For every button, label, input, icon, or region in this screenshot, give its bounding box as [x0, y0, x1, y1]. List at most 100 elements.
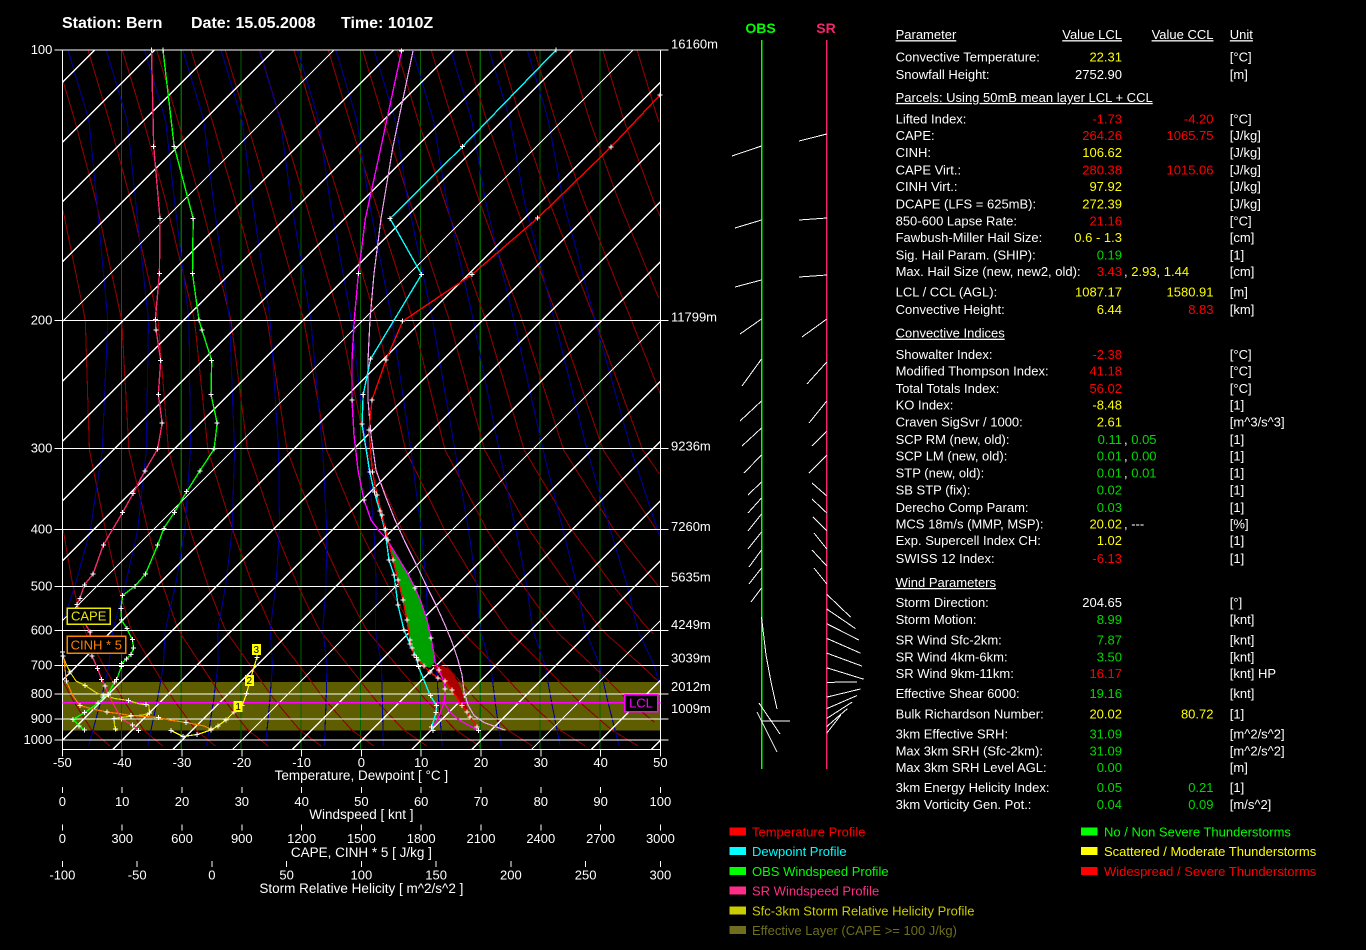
svg-text:Craven SigSvr / 1000:: Craven SigSvr / 1000:	[896, 415, 1023, 430]
svg-text:0.03: 0.03	[1097, 500, 1122, 515]
svg-text:20: 20	[474, 755, 488, 770]
svg-text:[°C]: [°C]	[1230, 214, 1252, 229]
svg-text:0.21: 0.21	[1188, 780, 1213, 795]
svg-text:Effective Layer (CAPE >= 100 J: Effective Layer (CAPE >= 100 J/kg)	[752, 923, 957, 938]
svg-text:LCL / CCL (AGL):: LCL / CCL (AGL):	[896, 285, 998, 300]
svg-text:Sig. Hail Param. (SHIP):: Sig. Hail Param. (SHIP):	[896, 247, 1036, 262]
svg-text:5635m: 5635m	[671, 570, 711, 585]
svg-text:CAPE: CAPE	[71, 609, 107, 624]
svg-text:97.92: 97.92	[1089, 179, 1122, 194]
svg-text:Parcels: Using 50mB mean layer: Parcels: Using 50mB mean layer LCL + CCL	[896, 90, 1153, 105]
svg-text:Windspeed [ knt ]: Windspeed [ knt ]	[309, 807, 413, 822]
svg-text:MCS 18m/s (MMP, MSP):: MCS 18m/s (MMP, MSP):	[896, 517, 1044, 532]
svg-text:KO Index:: KO Index:	[896, 398, 954, 413]
svg-text:200: 200	[500, 868, 522, 883]
svg-text:1200: 1200	[287, 831, 316, 846]
svg-text:, ---: , ---	[1124, 517, 1144, 532]
svg-text:0.6 - 1.3: 0.6 - 1.3	[1074, 230, 1122, 245]
svg-text:Station: Bern: Station: Bern	[62, 15, 162, 32]
svg-text:Convective Indices: Convective Indices	[896, 326, 1006, 341]
svg-text:280.38: 280.38	[1082, 162, 1122, 177]
svg-text:[%]: [%]	[1230, 517, 1249, 532]
svg-text:Wind Parameters: Wind Parameters	[896, 575, 997, 590]
svg-text:Sfc-3km Storm Relative Helicit: Sfc-3km Storm Relative Helicity Profile	[752, 903, 975, 918]
svg-text:20.02: 20.02	[1089, 517, 1122, 532]
svg-text:[J/kg]: [J/kg]	[1230, 197, 1261, 212]
svg-text:-20: -20	[232, 755, 251, 770]
svg-text:-8.48: -8.48	[1092, 398, 1122, 413]
svg-text:0.01: 0.01	[1097, 449, 1122, 464]
svg-text:[°C]: [°C]	[1230, 50, 1252, 65]
svg-text:[1]: [1]	[1230, 449, 1244, 464]
svg-text:800: 800	[31, 686, 53, 701]
svg-text:[cm]: [cm]	[1230, 264, 1255, 279]
svg-text:Modified Thompson Index:: Modified Thompson Index:	[896, 364, 1049, 379]
svg-text:, 2.93, 1.44: , 2.93, 1.44	[1124, 264, 1189, 279]
svg-text:-2.38: -2.38	[1092, 347, 1122, 362]
svg-text:Showalter Index:: Showalter Index:	[896, 347, 993, 362]
svg-text:0.09: 0.09	[1188, 797, 1213, 812]
svg-text:Storm Relative Helicity [ m^2: Storm Relative Helicity [ m^2/s^2 ]	[259, 881, 463, 896]
svg-text:[1]: [1]	[1230, 483, 1244, 498]
svg-text:3.43: 3.43	[1097, 264, 1122, 279]
svg-text:[°C]: [°C]	[1230, 381, 1252, 396]
svg-text:-50: -50	[128, 868, 147, 883]
svg-text:Storm Motion:: Storm Motion:	[896, 612, 977, 627]
svg-text:2100: 2100	[467, 831, 496, 846]
svg-text:[J/kg]: [J/kg]	[1230, 179, 1261, 194]
svg-text:-30: -30	[173, 755, 192, 770]
svg-text:[1]: [1]	[1230, 432, 1244, 447]
svg-text:[m^3/s^3]: [m^3/s^3]	[1230, 415, 1285, 430]
svg-text:264.26: 264.26	[1082, 128, 1122, 143]
svg-text:Total Totals Index:: Total Totals Index:	[896, 381, 1000, 396]
svg-text:[knt]: [knt]	[1230, 686, 1255, 701]
svg-text:0.19: 0.19	[1097, 247, 1122, 262]
svg-text:Value LCL: Value LCL	[1062, 27, 1122, 42]
svg-text:22.31: 22.31	[1089, 50, 1122, 65]
svg-text:30: 30	[235, 794, 249, 809]
svg-text:[1]: [1]	[1230, 466, 1244, 481]
svg-text:[°C]: [°C]	[1230, 364, 1252, 379]
svg-text:2.61: 2.61	[1097, 415, 1122, 430]
svg-text:8.99: 8.99	[1097, 612, 1122, 627]
svg-text:1500: 1500	[347, 831, 376, 846]
svg-text:[m]: [m]	[1230, 285, 1248, 300]
svg-text:SCP LM (new, old):: SCP LM (new, old):	[896, 449, 1008, 464]
svg-text:0.05: 0.05	[1097, 780, 1122, 795]
svg-text:300: 300	[111, 831, 133, 846]
svg-text:[km]: [km]	[1230, 302, 1255, 317]
svg-text:[°C]: [°C]	[1230, 347, 1252, 362]
svg-text:No / Non Severe Thunderstorms: No / Non Severe Thunderstorms	[1104, 824, 1291, 839]
svg-text:[1]: [1]	[1230, 780, 1244, 795]
svg-text:0.01: 0.01	[1097, 466, 1122, 481]
svg-text:SCP RM (new, old):: SCP RM (new, old):	[896, 432, 1010, 447]
svg-text:900: 900	[31, 711, 53, 726]
svg-text:50: 50	[653, 755, 667, 770]
svg-text:Dewpoint Profile: Dewpoint Profile	[752, 844, 847, 859]
svg-text:-1.73: -1.73	[1092, 112, 1122, 127]
svg-text:[cm]: [cm]	[1230, 230, 1255, 245]
svg-text:1580.91: 1580.91	[1167, 285, 1214, 300]
svg-text:Unit: Unit	[1230, 27, 1254, 42]
svg-text:1000: 1000	[23, 732, 52, 747]
svg-text:[m/s^2]: [m/s^2]	[1230, 797, 1272, 812]
svg-text:CAPE:: CAPE:	[896, 128, 935, 143]
svg-text:1015.06: 1015.06	[1167, 162, 1214, 177]
svg-text:10: 10	[115, 794, 129, 809]
svg-text:-6.13: -6.13	[1092, 551, 1122, 566]
svg-text:[J/kg]: [J/kg]	[1230, 162, 1261, 177]
svg-text:-4.20: -4.20	[1184, 112, 1214, 127]
svg-text:9236m: 9236m	[671, 439, 711, 454]
svg-text:CINH:: CINH:	[896, 145, 931, 160]
svg-text:60: 60	[414, 794, 428, 809]
svg-text:[1]: [1]	[1230, 551, 1244, 566]
svg-text:3: 3	[254, 645, 260, 656]
svg-text:[m]: [m]	[1230, 760, 1248, 775]
svg-text:Effective Shear 6000:: Effective Shear 6000:	[896, 686, 1020, 701]
svg-text:21.16: 21.16	[1089, 214, 1122, 229]
svg-text:[knt] HP: [knt] HP	[1230, 666, 1276, 681]
svg-text:700: 700	[31, 658, 53, 673]
svg-text:250: 250	[575, 868, 597, 883]
svg-text:Time: 1010Z: Time: 1010Z	[341, 15, 433, 32]
svg-text:300: 300	[650, 868, 672, 883]
